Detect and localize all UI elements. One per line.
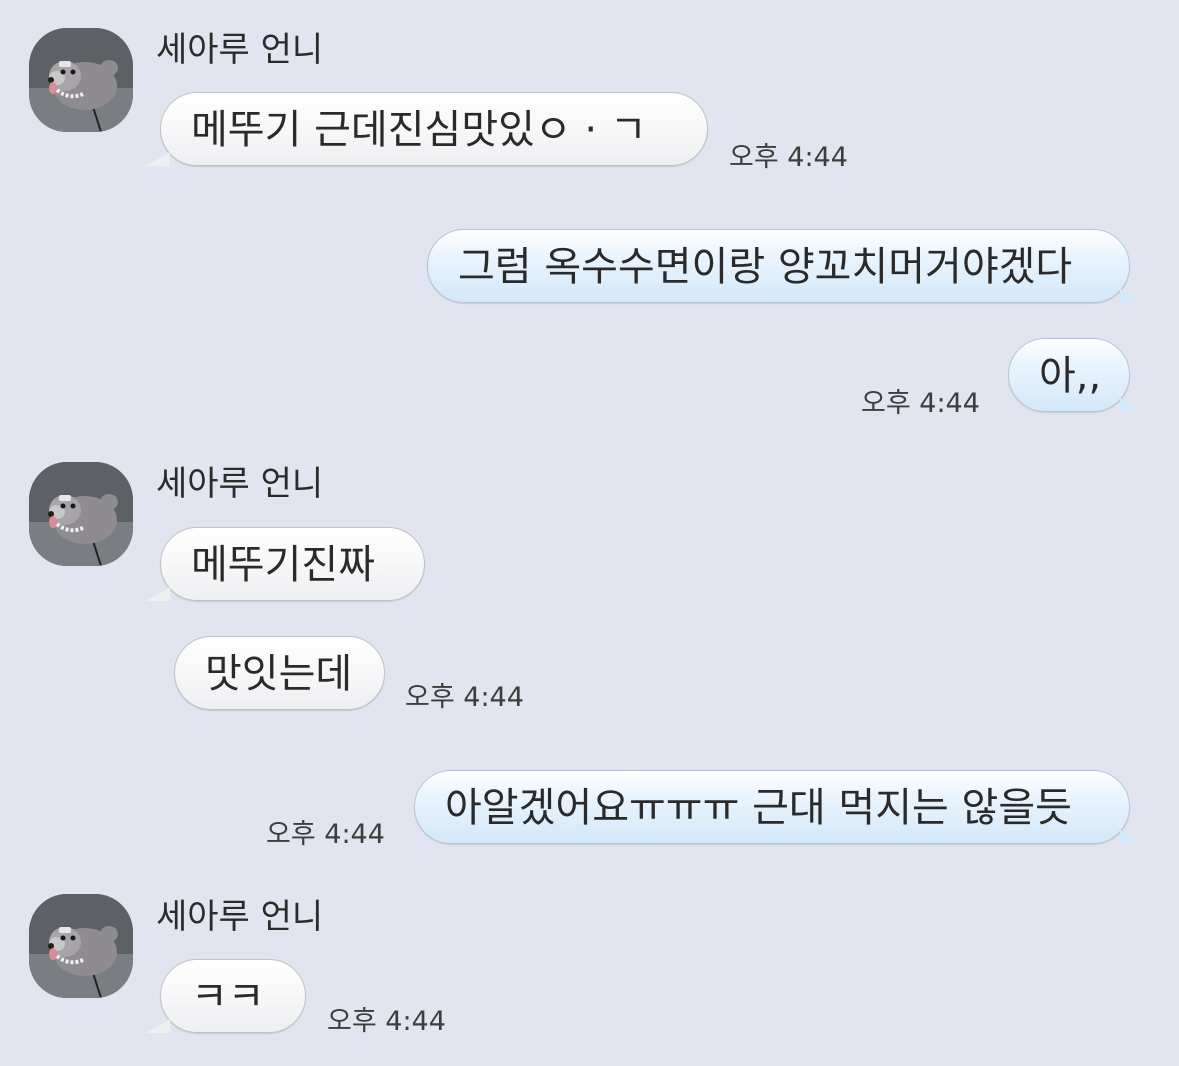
message-text: ㅋㅋ	[191, 974, 265, 1020]
message-text: 메뚜기 근데진심맛있ㅇ · ㄱ	[191, 107, 647, 153]
sender-name: 세아루 언니	[156, 464, 324, 504]
outgoing-message-bubble[interactable]: 아,,	[1008, 338, 1144, 412]
chat-thread: 세아루 언니 메뚜기 근데진심맛있ㅇ · ㄱ 오후 4:44 그럼 옥수수면이랑…	[0, 0, 1179, 1066]
dog-photo-icon	[29, 894, 133, 998]
sender-name: 세아루 언니	[156, 30, 324, 70]
contact-avatar[interactable]	[29, 28, 133, 132]
outgoing-message-bubble[interactable]: 아알겠어요ㅠㅠㅠ 근대 먹지는 않을듯	[414, 770, 1144, 844]
incoming-message-bubble[interactable]: ㅋㅋ	[146, 959, 306, 1033]
message-text: 아,,	[1039, 353, 1102, 399]
dog-photo-icon	[29, 462, 133, 566]
message-text: 맛잇는데	[205, 651, 353, 697]
message-timestamp: 오후 4:44	[729, 142, 848, 173]
incoming-message-bubble[interactable]: 메뚜기 근데진심맛있ㅇ · ㄱ	[146, 92, 708, 166]
sender-name: 세아루 언니	[156, 897, 324, 937]
bubble-tail	[146, 587, 170, 601]
contact-avatar[interactable]	[29, 462, 133, 566]
incoming-message-bubble[interactable]: 맛잇는데	[174, 636, 385, 710]
dog-photo-icon	[29, 28, 133, 132]
message-timestamp: 오후 4:44	[266, 819, 385, 850]
bubble-tail	[1120, 398, 1144, 412]
message-text: 아알겠어요ㅠㅠㅠ 근대 먹지는 않을듯	[445, 785, 1072, 831]
message-timestamp: 오후 4:44	[405, 682, 524, 713]
contact-avatar[interactable]	[29, 894, 133, 998]
message-text: 그럼 옥수수면이랑 양꼬치머거야겠다	[458, 244, 1073, 290]
incoming-message-bubble[interactable]: 메뚜기진짜	[146, 527, 425, 601]
bubble-tail	[1120, 289, 1144, 303]
bubble-tail	[1120, 830, 1144, 844]
message-timestamp: 오후 4:44	[327, 1006, 446, 1037]
bubble-tail	[146, 152, 170, 166]
message-timestamp: 오후 4:44	[861, 388, 980, 419]
bubble-tail	[146, 1019, 170, 1033]
outgoing-message-bubble[interactable]: 그럼 옥수수면이랑 양꼬치머거야겠다	[427, 229, 1144, 303]
message-text: 메뚜기진짜	[191, 542, 375, 588]
